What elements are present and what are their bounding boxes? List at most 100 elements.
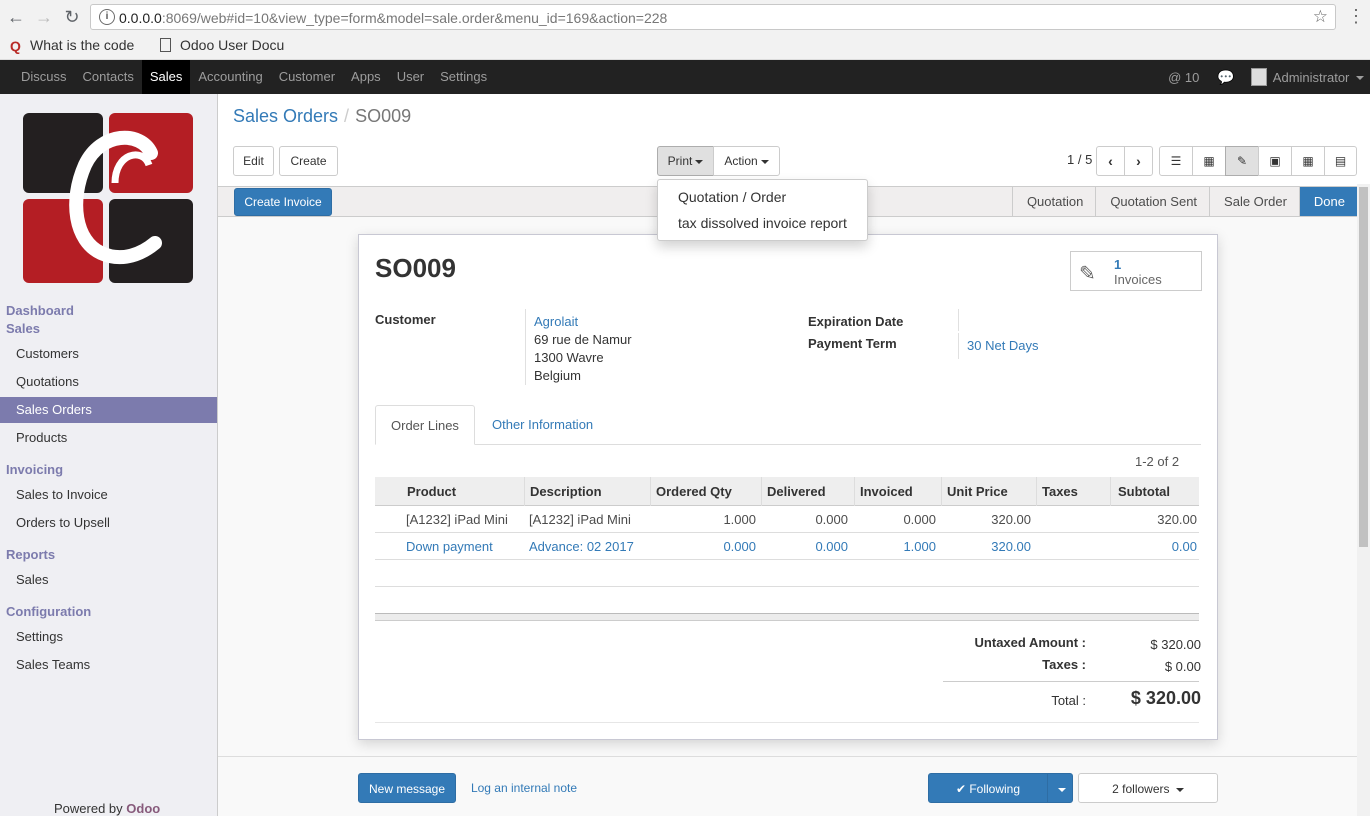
print-menu-item[interactable]: Quotation / Order	[678, 189, 786, 205]
pivot-view-icon[interactable]: ▦	[1291, 146, 1325, 176]
table-row[interactable]: Down payment Advance: 02 2017 0.000 0.00…	[375, 533, 1199, 560]
menu-settings[interactable]: Settings	[432, 60, 495, 94]
sidebar-item-products[interactable]: Products	[0, 425, 217, 451]
sidebar-item-reports-sales[interactable]: Sales	[0, 567, 217, 593]
calendar-view-icon[interactable]: ▣	[1258, 146, 1292, 176]
address-street: 69 rue de Namur	[534, 332, 632, 347]
menu-user[interactable]: User	[389, 60, 432, 94]
sidebar-item-sales-orders[interactable]: Sales Orders	[0, 397, 217, 423]
url-host: 0.0.0.0	[119, 10, 162, 26]
sidebar-item-quotations[interactable]: Quotations	[0, 369, 217, 395]
forward-icon[interactable]: →	[33, 6, 55, 28]
taxes-label: Taxes :	[1042, 657, 1086, 672]
sidebar-section-reports: Reports	[6, 547, 56, 562]
col-description[interactable]: Description	[530, 484, 602, 499]
chat-icon[interactable]: 💬	[1217, 69, 1234, 86]
pager-next-icon[interactable]: ›	[1124, 146, 1153, 176]
col-taxes[interactable]: Taxes	[1042, 484, 1078, 499]
mentions-counter[interactable]: @ 10	[1168, 70, 1199, 85]
untaxed-amount-value: $ 320.00	[1150, 637, 1201, 652]
graph-view-icon[interactable]: ▤	[1324, 146, 1357, 176]
edit-button[interactable]: Edit	[233, 146, 274, 176]
table-row[interactable]: [A1232] iPad Mini [A1232] iPad Mini 1.00…	[375, 506, 1199, 533]
create-invoice-button[interactable]: Create Invoice	[234, 188, 332, 216]
table-footer	[375, 613, 1199, 621]
sidebar-section-configuration: Configuration	[6, 604, 92, 619]
invoices-count: 1	[1114, 257, 1122, 272]
tab-order-lines[interactable]: Order Lines	[375, 405, 475, 445]
kanban-view-icon[interactable]: ▦	[1192, 146, 1226, 176]
bookmark-star-icon[interactable]: ☆	[1313, 7, 1328, 27]
col-invoiced[interactable]: Invoiced	[860, 484, 913, 499]
invoices-smart-button[interactable]: ✎ 1 Invoices	[1070, 251, 1202, 291]
breadcrumb: Sales Orders / SO009	[233, 106, 412, 126]
cell-description: Advance: 02 2017	[529, 539, 634, 554]
expiration-date-label: Expiration Date	[808, 314, 904, 329]
tab-other-information[interactable]: Other Information	[477, 405, 608, 445]
scrollbar[interactable]	[1357, 184, 1370, 816]
pager-previous-icon[interactable]: ‹	[1096, 146, 1125, 176]
bookmark-item[interactable]: Odoo User Docu	[180, 37, 284, 53]
sidebar-item-customers[interactable]: Customers	[0, 341, 217, 367]
user-name: Administrator	[1272, 69, 1350, 85]
cell-product: Down payment	[406, 539, 493, 554]
payment-term-link[interactable]: 30 Net Days	[967, 338, 1039, 353]
powered-by: Powered by Odoo	[54, 801, 160, 816]
print-menu-item[interactable]: tax dissolved invoice report	[678, 215, 847, 231]
back-icon[interactable]: ←	[5, 6, 27, 28]
col-unit-price[interactable]: Unit Price	[947, 484, 1008, 499]
cell-subtotal: 320.00	[1157, 512, 1197, 527]
sidebar-item-sales-teams[interactable]: Sales Teams	[0, 652, 217, 678]
customer-link[interactable]: Agrolait	[534, 314, 578, 329]
breadcrumb-parent[interactable]: Sales Orders	[233, 106, 338, 126]
stage-done[interactable]: Done	[1298, 187, 1357, 216]
stage-sale-order[interactable]: Sale Order	[1209, 187, 1299, 216]
menu-customer[interactable]: Customer	[271, 60, 343, 94]
create-button[interactable]: Create	[279, 146, 338, 176]
user-menu[interactable]: Administrator	[1273, 70, 1364, 85]
taxes-value: $ 0.00	[1164, 659, 1201, 674]
menu-apps[interactable]: Apps	[343, 60, 389, 94]
menu-sales[interactable]: Sales	[141, 60, 191, 94]
menu-accounting[interactable]: Accounting	[190, 60, 270, 94]
col-ordered-qty[interactable]: Ordered Qty	[656, 484, 732, 499]
address-bar[interactable]: i 0.0.0.0:8069/web#id=10&view_type=form&…	[90, 4, 1336, 30]
following-dropdown[interactable]	[1047, 773, 1073, 803]
pencil-square-icon: ✎	[1079, 263, 1096, 285]
browser-menu-icon[interactable]: ⋮	[1347, 6, 1365, 27]
divider	[375, 722, 1199, 723]
notebook-tabs: Order Lines Other Information	[375, 405, 1201, 445]
stage-pipeline: Quotation Quotation Sent Sale Order Done	[1011, 187, 1357, 216]
app-menu-bar: Discuss Contacts Sales Accounting Custom…	[0, 60, 1370, 94]
pager-value[interactable]: 1 / 5	[1067, 152, 1092, 167]
following-label: Following	[969, 782, 1021, 796]
list-view-icon[interactable]: ☰	[1159, 146, 1193, 176]
col-product[interactable]: Product	[407, 484, 456, 499]
scrollbar-thumb[interactable]	[1359, 187, 1368, 547]
menu-discuss[interactable]: Discuss	[13, 60, 75, 94]
action-label: Action	[724, 154, 758, 168]
col-subtotal[interactable]: Subtotal	[1118, 484, 1170, 499]
print-button[interactable]: Print	[657, 146, 714, 176]
log-note-link[interactable]: Log an internal note	[470, 773, 578, 803]
odoo-link[interactable]: Odoo	[126, 801, 160, 816]
col-delivered[interactable]: Delivered	[767, 484, 826, 499]
followers-button[interactable]: 2 followers	[1078, 773, 1218, 803]
customer-label: Customer	[375, 312, 436, 327]
sidebar-section-dashboard[interactable]: Dashboard	[6, 303, 74, 318]
menu-contacts[interactable]: Contacts	[75, 60, 142, 94]
form-view-icon[interactable]: ✎	[1225, 146, 1259, 176]
sidebar-item-orders-to-upsell[interactable]: Orders to Upsell	[0, 510, 217, 536]
new-message-button[interactable]: New message	[358, 773, 456, 803]
action-button[interactable]: Action	[713, 146, 780, 176]
sidebar-item-settings[interactable]: Settings	[0, 624, 217, 650]
following-button[interactable]: ✔ Following	[928, 773, 1048, 803]
stage-quotation[interactable]: Quotation	[1011, 187, 1095, 216]
sidebar-item-sales-to-invoice[interactable]: Sales to Invoice	[0, 482, 217, 508]
reload-icon[interactable]: ↻	[61, 6, 83, 28]
stage-quotation-sent[interactable]: Quotation Sent	[1095, 187, 1209, 216]
quora-icon: Q	[10, 38, 21, 54]
avatar[interactable]	[1250, 68, 1267, 86]
bookmark-item[interactable]: What is the code	[30, 37, 134, 53]
info-icon[interactable]: i	[99, 9, 115, 25]
